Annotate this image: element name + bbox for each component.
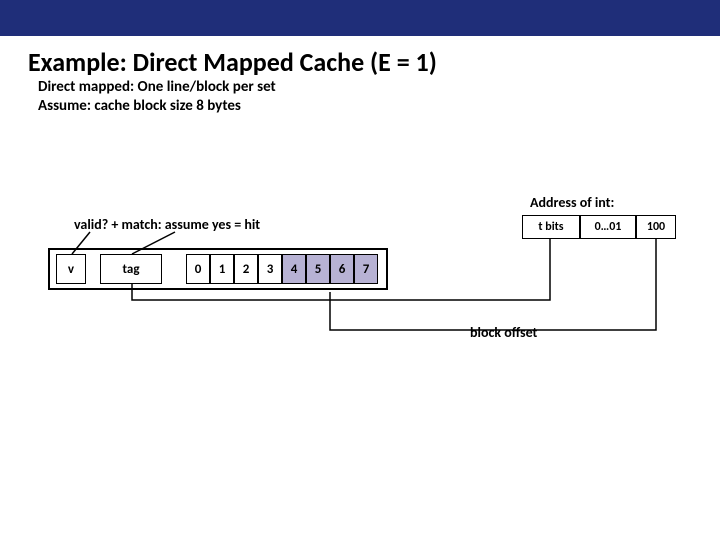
connector-lines [0, 0, 720, 540]
